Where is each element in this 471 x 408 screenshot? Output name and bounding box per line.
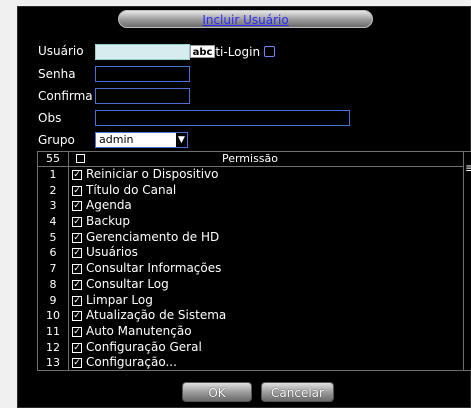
permission-rows: 1 ✓ Reiniciar o Dispositivo 2 ✓ Título do Can… (38, 167, 465, 370)
permission-checkbox[interactable]: ✓ (72, 217, 82, 228)
permission-label: Gerenciamento de HD (86, 229, 220, 244)
permission-label: Auto Manutenção (86, 323, 192, 338)
permission-checkbox[interactable]: ✓ (72, 326, 82, 337)
permission-column-header: Permissão (221, 152, 279, 165)
obs-label: Obs (38, 111, 62, 125)
permission-checkbox[interactable]: ✓ (72, 248, 82, 259)
permission-label: Reiniciar o Dispositivo (86, 167, 219, 181)
permission-number: 8 (49, 277, 57, 291)
permission-label: Título do Canal (86, 182, 177, 197)
select-all-checkbox[interactable] (76, 154, 85, 163)
permission-label: Agenda (86, 198, 132, 213)
permission-label: Atualização de Sistema (86, 308, 227, 323)
permission-number: 1 (49, 168, 57, 181)
permission-number: 6 (49, 246, 57, 260)
permission-number: 2 (49, 183, 57, 197)
permission-row[interactable]: 12 ✓ Configuração Geral (38, 340, 465, 356)
permission-checkbox[interactable]: ✓ (72, 279, 82, 290)
permission-number: 13 (46, 356, 60, 370)
scrollbar-thumb[interactable]: ≡ (465, 158, 471, 178)
permission-checkbox[interactable]: ✓ (72, 342, 82, 353)
permission-checkbox[interactable]: ✓ (72, 358, 82, 369)
permission-checkbox[interactable]: ✓ (72, 295, 82, 306)
usuario-input[interactable] (95, 44, 190, 60)
incluir-usuario-dialog: Incluir Usuário Usuário abc lti-Login Se… (17, 6, 471, 408)
multi-login-label: lti-Login (212, 45, 261, 59)
permission-row[interactable]: 5 ✓ Gerenciamento de HD (38, 230, 465, 246)
permission-checkbox[interactable]: ✓ (72, 264, 82, 275)
permission-number: 3 (49, 199, 57, 213)
permission-row[interactable]: 2 ✓ Título do Canal (38, 183, 465, 199)
permission-checkbox[interactable]: ✓ (72, 232, 82, 243)
permission-row[interactable]: 13 ✓ Configuração... (38, 355, 465, 370)
chevron-down-icon[interactable]: ▼ (176, 133, 187, 147)
ok-button[interactable]: OK (182, 382, 252, 402)
permission-number: 5 (49, 230, 57, 244)
permission-label: Configuração Geral (86, 339, 202, 354)
grupo-label: Grupo (38, 133, 75, 147)
permission-label: Consultar Informações (86, 261, 222, 276)
grupo-select-value: admin (99, 133, 134, 146)
permission-row[interactable]: 9 ✓ Limpar Log (38, 293, 465, 309)
cancel-button[interactable]: Cancelar (261, 382, 334, 402)
senha-input[interactable] (95, 66, 190, 82)
permission-row[interactable]: 11 ✓ Auto Manutenção (38, 324, 465, 340)
confirma-label: Confirma (38, 89, 93, 103)
permission-number: 4 (49, 215, 57, 229)
senha-label: Senha (38, 67, 76, 81)
permission-number: 7 (49, 262, 57, 276)
dialog-titlebar[interactable]: Incluir Usuário (118, 10, 373, 28)
permission-number: 12 (46, 340, 60, 354)
permission-label: Consultar Log (86, 276, 169, 291)
multi-login-checkbox[interactable] (264, 46, 275, 57)
confirma-input[interactable] (95, 88, 190, 104)
permission-row[interactable]: 10 ✓ Atualização de Sistema (38, 308, 465, 324)
permission-count: 55 (38, 152, 69, 166)
dialog-title: Incluir Usuário (202, 13, 289, 27)
permission-number: 9 (49, 293, 57, 307)
usuario-label: Usuário (38, 44, 84, 58)
permission-label: Usuários (86, 245, 138, 260)
permission-label: Configuração... (86, 355, 177, 370)
permission-number: 11 (46, 324, 60, 338)
permissions-table-header: 55 Permissão (38, 152, 465, 167)
permission-checkbox[interactable]: ✓ (72, 185, 82, 196)
grupo-select[interactable]: admin ▼ (95, 132, 188, 148)
permission-checkbox[interactable]: ✓ (72, 201, 82, 212)
permission-row[interactable]: 7 ✓ Consultar Informações (38, 261, 465, 277)
permission-checkbox[interactable]: ✓ (72, 170, 82, 180)
permissions-table: 55 Permissão 1 ✓ Reiniciar o Dispositivo 2 ✓… (37, 151, 471, 371)
permission-row[interactable]: 1 ✓ Reiniciar o Dispositivo (38, 167, 465, 183)
obs-input[interactable] (95, 110, 350, 126)
permission-number: 10 (46, 309, 60, 323)
permission-row[interactable]: 4 ✓ Backup (38, 214, 465, 230)
permission-checkbox[interactable]: ✓ (72, 311, 82, 322)
table-scrollbar[interactable]: ≡ (463, 152, 471, 370)
permission-row[interactable]: 3 ✓ Agenda (38, 198, 465, 214)
permission-row[interactable]: 6 ✓ Usuários (38, 245, 465, 261)
permission-label: Limpar Log (86, 292, 153, 307)
permission-row[interactable]: 8 ✓ Consultar Log (38, 277, 465, 293)
permission-label: Backup (86, 214, 130, 229)
